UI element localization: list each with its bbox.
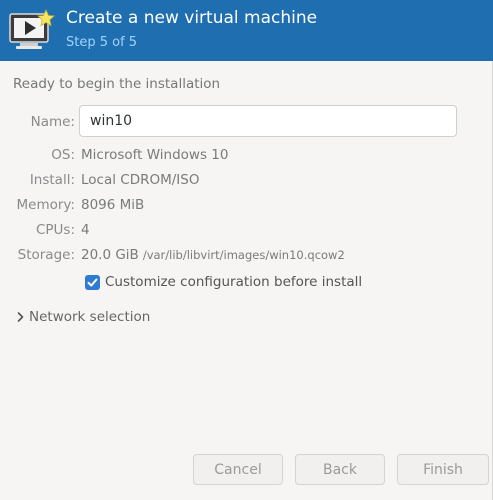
memory-value: 8096 MiB xyxy=(81,197,145,213)
network-selection-expander[interactable]: Network selection xyxy=(16,308,150,326)
customize-checkbox-label[interactable]: Customize configuration before install xyxy=(105,274,362,290)
network-selection-label[interactable]: Network selection xyxy=(29,309,150,325)
wizard-header: Create a new virtual machine Step 5 of 5 xyxy=(0,0,493,61)
cancel-button[interactable]: Cancel xyxy=(193,454,283,485)
install-value: Local CDROM/ISO xyxy=(81,172,200,188)
storage-path: /var/lib/libvirt/images/win10.qcow2 xyxy=(142,248,345,262)
cpus-value: 4 xyxy=(81,222,90,238)
summary-panel: Ready to begin the installation Name: OS… xyxy=(0,61,493,500)
name-label: Name: xyxy=(30,114,75,130)
customize-checkbox-row[interactable]: Customize configuration before install xyxy=(85,273,362,291)
customize-checkbox[interactable] xyxy=(85,274,100,290)
storage-size: 20.0 GiB xyxy=(81,247,139,263)
wizard-step-indicator: Step 5 of 5 xyxy=(66,35,138,50)
section-title: Ready to begin the installation xyxy=(13,76,221,92)
storage-value: 20.0 GiB/var/lib/libvirt/images/win10.qc… xyxy=(81,247,345,263)
finish-button[interactable]: Finish xyxy=(397,454,489,485)
chevron-right-icon xyxy=(16,308,25,327)
vm-name-input[interactable] xyxy=(79,105,457,137)
cpus-label: CPUs: xyxy=(35,222,75,238)
os-label: OS: xyxy=(51,147,75,163)
storage-label: Storage: xyxy=(17,247,75,263)
virtual-machine-new-icon xyxy=(8,8,56,52)
install-label: Install: xyxy=(29,172,75,188)
memory-label: Memory: xyxy=(16,197,75,213)
checkmark-icon xyxy=(87,278,98,286)
back-button[interactable]: Back xyxy=(295,454,385,485)
wizard-title: Create a new virtual machine xyxy=(66,8,318,28)
os-value: Microsoft Windows 10 xyxy=(81,147,229,163)
